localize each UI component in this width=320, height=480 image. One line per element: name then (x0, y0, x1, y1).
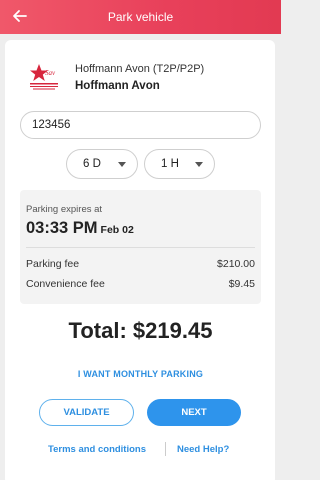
fee-amount: $210.00 (217, 258, 255, 270)
days-value: 6 D (83, 158, 101, 170)
days-select[interactable]: 6 D (66, 149, 138, 179)
link-divider (165, 442, 166, 456)
page-title: Park vehicle (107, 10, 174, 24)
terms-link[interactable]: Terms and conditions (48, 444, 146, 455)
hours-value: 1 H (161, 158, 179, 170)
expires-time-value: 03:33 PM (26, 219, 98, 237)
validate-button[interactable]: VALIDATE (39, 399, 134, 426)
monthly-parking-link[interactable]: I WANT MONTHLY PARKING (0, 369, 281, 379)
total-amount: Total: $219.45 (68, 318, 213, 343)
fee-amount: $9.45 (228, 278, 255, 290)
fee-row-parking: Parking fee $210.00 (26, 258, 255, 270)
app-header: Park vehicle (0, 0, 281, 34)
fee-label: Convenience fee (26, 278, 105, 290)
chevron-down-icon (195, 162, 203, 167)
merchant-name: Hoffmann Avon (75, 80, 160, 92)
expires-time: 03:33 PM Feb 02 (26, 219, 134, 238)
fee-row-convenience: Convenience fee $9.45 (26, 278, 255, 290)
divider (26, 247, 255, 248)
svg-text:Sav: Sav (45, 69, 56, 77)
expires-date: Feb 02 (100, 224, 134, 236)
expires-label: Parking expires at (26, 204, 103, 215)
help-link[interactable]: Need Help? (177, 444, 229, 455)
next-button[interactable]: NEXT (147, 399, 241, 426)
fee-label: Parking fee (26, 258, 80, 270)
chevron-down-icon (118, 162, 126, 167)
star-logo-icon: Sav (30, 64, 58, 90)
hours-select[interactable]: 1 H (144, 149, 215, 179)
plate-input[interactable]: 123456 (20, 111, 261, 139)
merchant-subtitle: Hoffmann Avon (T2P/P2P) (75, 63, 205, 75)
